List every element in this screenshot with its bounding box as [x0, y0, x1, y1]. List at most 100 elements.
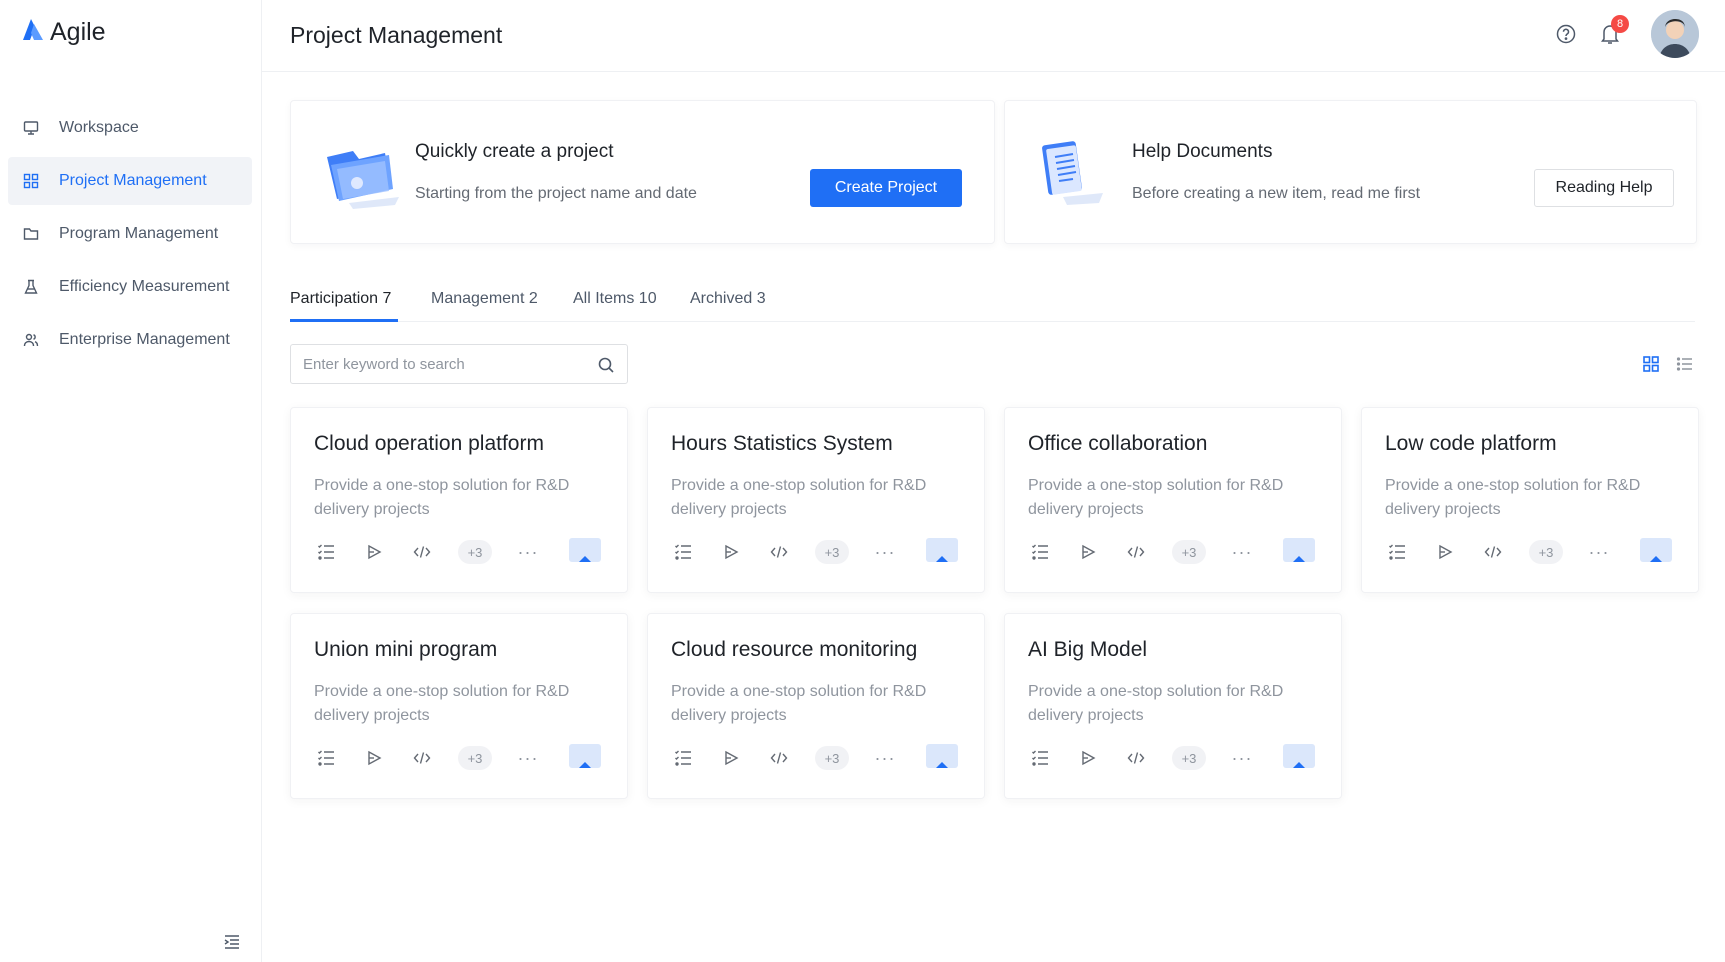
sidebar-item-label: Workspace	[59, 119, 139, 136]
project-card[interactable]: Cloud resource monitoring Provide a one-…	[647, 613, 985, 799]
project-card-actions: +3 ···	[671, 540, 897, 564]
code-icon[interactable]	[767, 746, 791, 770]
project-card-title: Hours Statistics System	[671, 432, 893, 455]
header-actions: 8	[1553, 10, 1699, 58]
project-card[interactable]: Low code platform Provide a one-stop sol…	[1361, 407, 1699, 593]
more-count-badge: +3	[1529, 540, 1563, 564]
project-card[interactable]: Office collaboration Provide a one-stop …	[1004, 407, 1342, 593]
project-card-actions: +3 ···	[1385, 540, 1611, 564]
more-options-icon[interactable]: ···	[1230, 540, 1254, 564]
sidebar-item-label: Enterprise Management	[59, 331, 230, 348]
project-card[interactable]: AI Big Model Provide a one-stop solution…	[1004, 613, 1342, 799]
users-icon	[22, 331, 40, 349]
more-options-icon[interactable]: ···	[873, 746, 897, 770]
project-card-description: Provide a one-stop solution for R&D deli…	[314, 477, 570, 518]
document-illustration-icon	[1033, 139, 1113, 209]
task-list-icon[interactable]	[671, 746, 695, 770]
code-icon[interactable]	[1124, 540, 1148, 564]
more-count-badge: +3	[815, 746, 849, 770]
more-count-badge: +3	[815, 540, 849, 564]
bell-icon[interactable]: 8	[1597, 15, 1629, 47]
page-title: Project Management	[290, 22, 503, 48]
play-icon[interactable]	[362, 540, 386, 564]
code-icon[interactable]	[1481, 540, 1505, 564]
project-thumbnail-icon	[924, 532, 960, 568]
sidebar-item-label: Program Management	[59, 225, 219, 242]
sidebar-item-project-management[interactable]: Project Management	[8, 157, 252, 205]
search-input[interactable]	[303, 345, 593, 383]
flask-icon	[22, 278, 40, 296]
project-tabs: Participation 7 Management 2 All Items 1…	[290, 282, 1695, 322]
sidebar-item-label: Efficiency Measurement	[59, 278, 230, 295]
project-card-description: Provide a one-stop solution for R&D deli…	[1028, 683, 1284, 724]
more-options-icon[interactable]: ···	[1587, 540, 1611, 564]
code-icon[interactable]	[767, 540, 791, 564]
project-card-actions: +3 ···	[1028, 746, 1254, 770]
more-count-badge: +3	[458, 746, 492, 770]
play-icon[interactable]	[1076, 746, 1100, 770]
play-icon[interactable]	[362, 746, 386, 770]
collapse-sidebar-icon[interactable]	[222, 932, 242, 952]
list-view-icon[interactable]	[1675, 354, 1695, 374]
more-options-icon[interactable]: ···	[873, 540, 897, 564]
project-card-description: Provide a one-stop solution for R&D deli…	[1385, 477, 1641, 518]
play-icon[interactable]	[1433, 540, 1457, 564]
sidebar-item-enterprise-management[interactable]: Enterprise Management	[8, 316, 252, 364]
project-card-title: Cloud resource monitoring	[671, 638, 918, 661]
more-count-badge: +3	[1172, 540, 1206, 564]
project-thumbnail-icon	[567, 532, 603, 568]
project-thumbnail-icon	[1281, 738, 1317, 774]
play-icon[interactable]	[1076, 540, 1100, 564]
project-card-actions: +3 ···	[314, 540, 540, 564]
code-icon[interactable]	[1124, 746, 1148, 770]
tab-all-items[interactable]: All Items 10	[573, 282, 657, 322]
quick-create-banner: Quickly create a project Starting from t…	[290, 100, 995, 244]
more-options-icon[interactable]: ···	[1230, 746, 1254, 770]
tab-participation[interactable]: Participation 7	[290, 282, 398, 322]
project-card-description: Provide a one-stop solution for R&D deli…	[671, 477, 927, 518]
project-thumbnail-icon	[567, 738, 603, 774]
search-icon[interactable]	[597, 356, 615, 374]
project-thumbnail-icon	[1281, 532, 1317, 568]
more-options-icon[interactable]: ···	[516, 540, 540, 564]
avatar[interactable]	[1651, 10, 1699, 58]
play-icon[interactable]	[719, 746, 743, 770]
project-card[interactable]: Hours Statistics System Provide a one-st…	[647, 407, 985, 593]
sidebar-item-efficiency-measurement[interactable]: Efficiency Measurement	[8, 263, 252, 311]
code-icon[interactable]	[410, 746, 434, 770]
monitor-icon	[22, 119, 40, 137]
task-list-icon[interactable]	[314, 540, 338, 564]
reading-help-button[interactable]: Reading Help	[1534, 169, 1674, 207]
project-card-title: AI Big Model	[1028, 638, 1148, 661]
more-count-badge: +3	[1172, 746, 1206, 770]
play-icon[interactable]	[719, 540, 743, 564]
code-icon[interactable]	[410, 540, 434, 564]
task-list-icon[interactable]	[1028, 746, 1052, 770]
task-list-icon[interactable]	[1028, 540, 1052, 564]
task-list-icon[interactable]	[314, 746, 338, 770]
tab-archived[interactable]: Archived 3	[690, 282, 766, 322]
grid-icon	[22, 172, 40, 190]
create-project-button[interactable]: Create Project	[810, 169, 962, 207]
task-list-icon[interactable]	[1385, 540, 1409, 564]
help-icon[interactable]	[1553, 21, 1579, 47]
notification-badge: 8	[1611, 15, 1629, 33]
sidebar-item-label: Project Management	[59, 172, 207, 189]
project-card[interactable]: Cloud operation platform Provide a one-s…	[290, 407, 628, 593]
more-count-badge: +3	[458, 540, 492, 564]
app-logo[interactable]: Agile	[22, 18, 106, 47]
sidebar-item-workspace[interactable]: Workspace	[8, 104, 252, 152]
view-toggle	[1641, 354, 1695, 374]
task-list-icon[interactable]	[671, 540, 695, 564]
sidebar-item-program-management[interactable]: Program Management	[8, 210, 252, 258]
project-card[interactable]: Union mini program Provide a one-stop so…	[290, 613, 628, 799]
project-card-title: Union mini program	[314, 638, 498, 661]
folder-illustration-icon	[319, 139, 399, 209]
folder-icon	[22, 225, 40, 243]
more-options-icon[interactable]: ···	[516, 746, 540, 770]
grid-view-icon[interactable]	[1641, 354, 1661, 374]
tab-management[interactable]: Management 2	[431, 282, 538, 322]
project-card-title: Office collaboration	[1028, 432, 1208, 455]
project-card-actions: +3 ···	[314, 746, 540, 770]
project-card-description: Provide a one-stop solution for R&D deli…	[671, 683, 927, 724]
